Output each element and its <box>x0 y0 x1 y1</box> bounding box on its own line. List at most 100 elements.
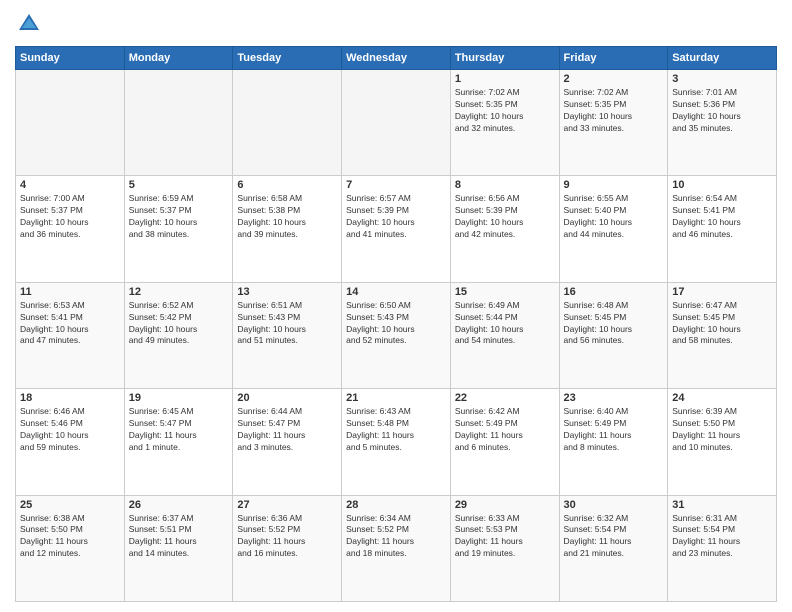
calendar-header: Sunday Monday Tuesday Wednesday Thursday… <box>16 47 777 70</box>
day-info: Sunrise: 6:45 AM Sunset: 5:47 PM Dayligh… <box>129 406 229 454</box>
day-info: Sunrise: 7:00 AM Sunset: 5:37 PM Dayligh… <box>20 193 120 241</box>
day-info: Sunrise: 6:36 AM Sunset: 5:52 PM Dayligh… <box>237 513 337 561</box>
day-info: Sunrise: 7:01 AM Sunset: 5:36 PM Dayligh… <box>672 87 772 135</box>
table-row: 13Sunrise: 6:51 AM Sunset: 5:43 PM Dayli… <box>233 282 342 388</box>
day-info: Sunrise: 6:47 AM Sunset: 5:45 PM Dayligh… <box>672 300 772 348</box>
table-row: 17 Sunrise: 6:47 AM Sunset: 5:45 PM Dayli… <box>668 282 777 388</box>
col-monday: Monday <box>124 47 233 70</box>
table-row: 19 Sunrise: 6:45 AM Sunset: 5:47 PM Dayli… <box>124 389 233 495</box>
day-info: Sunrise: 6:57 AM Sunset: 5:39 PM Dayligh… <box>346 193 446 241</box>
table-row <box>342 70 451 176</box>
table-row: 22 Sunrise: 6:42 AM Sunset: 5:49 PM Dayli… <box>450 389 559 495</box>
table-row: 20 Sunrise: 6:44 AM Sunset: 5:47 PM Dayli… <box>233 389 342 495</box>
col-thursday: Thursday <box>450 47 559 70</box>
day-number: 6 <box>237 179 337 191</box>
day-number: 13 <box>237 286 337 298</box>
day-info: Sunrise: 6:58 AM Sunset: 5:38 PM Dayligh… <box>237 193 337 241</box>
day-number: 17 <box>672 286 772 298</box>
table-row: 6 Sunrise: 6:58 AM Sunset: 5:38 PM Daylig… <box>233 176 342 282</box>
calendar-week-row: 4 Sunrise: 7:00 AM Sunset: 5:37 PM Daylig… <box>16 176 777 282</box>
table-row <box>124 70 233 176</box>
col-tuesday: Tuesday <box>233 47 342 70</box>
day-info: Sunrise: 6:52 AM Sunset: 5:42 PM Dayligh… <box>129 300 229 348</box>
day-number: 26 <box>129 499 229 511</box>
day-number: 24 <box>672 392 772 404</box>
table-row <box>233 70 342 176</box>
day-number: 16 <box>564 286 664 298</box>
header <box>15 10 777 38</box>
logo <box>15 10 47 38</box>
calendar-week-row: 25 Sunrise: 6:38 AM Sunset: 5:50 PM Dayli… <box>16 495 777 601</box>
calendar-week-row: 1 Sunrise: 7:02 AM Sunset: 5:35 PM Daylig… <box>16 70 777 176</box>
table-row: 10 Sunrise: 6:54 AM Sunset: 5:41 PM Dayli… <box>668 176 777 282</box>
day-number: 22 <box>455 392 555 404</box>
day-info: Sunrise: 6:59 AM Sunset: 5:37 PM Dayligh… <box>129 193 229 241</box>
day-info: Sunrise: 6:38 AM Sunset: 5:50 PM Dayligh… <box>20 513 120 561</box>
calendar-week-row: 18Sunrise: 6:46 AM Sunset: 5:46 PM Dayli… <box>16 389 777 495</box>
table-row: 3 Sunrise: 7:01 AM Sunset: 5:36 PM Daylig… <box>668 70 777 176</box>
table-row <box>16 70 125 176</box>
table-row: 25 Sunrise: 6:38 AM Sunset: 5:50 PM Dayli… <box>16 495 125 601</box>
day-number: 11 <box>20 286 120 298</box>
table-row: 14 Sunrise: 6:50 AM Sunset: 5:43 PM Dayli… <box>342 282 451 388</box>
table-row: 12 Sunrise: 6:52 AM Sunset: 5:42 PM Dayli… <box>124 282 233 388</box>
day-info: Sunrise: 6:50 AM Sunset: 5:43 PM Dayligh… <box>346 300 446 348</box>
calendar-table: Sunday Monday Tuesday Wednesday Thursday… <box>15 46 777 602</box>
col-saturday: Saturday <box>668 47 777 70</box>
day-info: Sunrise: 6:31 AM Sunset: 5:54 PM Dayligh… <box>672 513 772 561</box>
day-info: Sunrise: 6:44 AM Sunset: 5:47 PM Dayligh… <box>237 406 337 454</box>
table-row: 1 Sunrise: 7:02 AM Sunset: 5:35 PM Daylig… <box>450 70 559 176</box>
page: Sunday Monday Tuesday Wednesday Thursday… <box>0 0 792 612</box>
day-number: 14 <box>346 286 446 298</box>
table-row: 24Sunrise: 6:39 AM Sunset: 5:50 PM Dayli… <box>668 389 777 495</box>
table-row: 9Sunrise: 6:55 AM Sunset: 5:40 PM Daylig… <box>559 176 668 282</box>
day-number: 19 <box>129 392 229 404</box>
day-number: 2 <box>564 73 664 85</box>
day-number: 25 <box>20 499 120 511</box>
calendar-week-row: 11 Sunrise: 6:53 AM Sunset: 5:41 PM Dayli… <box>16 282 777 388</box>
day-number: 18 <box>20 392 120 404</box>
day-number: 30 <box>564 499 664 511</box>
day-number: 10 <box>672 179 772 191</box>
day-number: 7 <box>346 179 446 191</box>
day-info: Sunrise: 6:34 AM Sunset: 5:52 PM Dayligh… <box>346 513 446 561</box>
day-number: 28 <box>346 499 446 511</box>
day-info: Sunrise: 6:33 AM Sunset: 5:53 PM Dayligh… <box>455 513 555 561</box>
col-sunday: Sunday <box>16 47 125 70</box>
table-row: 7 Sunrise: 6:57 AM Sunset: 5:39 PM Daylig… <box>342 176 451 282</box>
day-number: 3 <box>672 73 772 85</box>
day-number: 5 <box>129 179 229 191</box>
day-number: 20 <box>237 392 337 404</box>
logo-icon <box>15 10 43 38</box>
table-row: 15Sunrise: 6:49 AM Sunset: 5:44 PM Dayli… <box>450 282 559 388</box>
day-number: 31 <box>672 499 772 511</box>
day-info: Sunrise: 6:49 AM Sunset: 5:44 PM Dayligh… <box>455 300 555 348</box>
day-info: Sunrise: 6:54 AM Sunset: 5:41 PM Dayligh… <box>672 193 772 241</box>
table-row: 16Sunrise: 6:48 AM Sunset: 5:45 PM Dayli… <box>559 282 668 388</box>
calendar-body: 1 Sunrise: 7:02 AM Sunset: 5:35 PM Daylig… <box>16 70 777 602</box>
day-number: 8 <box>455 179 555 191</box>
day-number: 9 <box>564 179 664 191</box>
table-row: 26Sunrise: 6:37 AM Sunset: 5:51 PM Dayli… <box>124 495 233 601</box>
day-number: 12 <box>129 286 229 298</box>
table-row: 23Sunrise: 6:40 AM Sunset: 5:49 PM Dayli… <box>559 389 668 495</box>
day-number: 21 <box>346 392 446 404</box>
table-row: 28 Sunrise: 6:34 AM Sunset: 5:52 PM Dayli… <box>342 495 451 601</box>
day-number: 1 <box>455 73 555 85</box>
day-info: Sunrise: 6:53 AM Sunset: 5:41 PM Dayligh… <box>20 300 120 348</box>
day-info: Sunrise: 7:02 AM Sunset: 5:35 PM Dayligh… <box>455 87 555 135</box>
day-info: Sunrise: 6:43 AM Sunset: 5:48 PM Dayligh… <box>346 406 446 454</box>
header-row: Sunday Monday Tuesday Wednesday Thursday… <box>16 47 777 70</box>
day-number: 4 <box>20 179 120 191</box>
table-row: 11 Sunrise: 6:53 AM Sunset: 5:41 PM Dayli… <box>16 282 125 388</box>
table-row: 31 Sunrise: 6:31 AM Sunset: 5:54 PM Dayli… <box>668 495 777 601</box>
table-row: 5 Sunrise: 6:59 AM Sunset: 5:37 PM Daylig… <box>124 176 233 282</box>
table-row: 4 Sunrise: 7:00 AM Sunset: 5:37 PM Daylig… <box>16 176 125 282</box>
table-row: 29Sunrise: 6:33 AM Sunset: 5:53 PM Dayli… <box>450 495 559 601</box>
day-info: Sunrise: 6:42 AM Sunset: 5:49 PM Dayligh… <box>455 406 555 454</box>
table-row: 27Sunrise: 6:36 AM Sunset: 5:52 PM Dayli… <box>233 495 342 601</box>
table-row: 8Sunrise: 6:56 AM Sunset: 5:39 PM Daylig… <box>450 176 559 282</box>
col-wednesday: Wednesday <box>342 47 451 70</box>
table-row: 2Sunrise: 7:02 AM Sunset: 5:35 PM Daylig… <box>559 70 668 176</box>
table-row: 21 Sunrise: 6:43 AM Sunset: 5:48 PM Dayli… <box>342 389 451 495</box>
